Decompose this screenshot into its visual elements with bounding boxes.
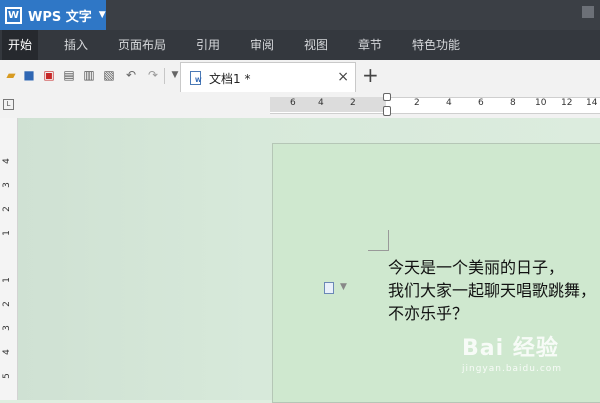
ruler-label: 6: [478, 98, 484, 108]
ruler-label: 1: [1, 230, 12, 236]
document-tab-label: 文档1 *: [209, 72, 251, 86]
document-body-text[interactable]: 今天是一个美丽的日子， 我们大家一起聊天唱歌跳舞， 不亦乐乎？: [388, 256, 596, 325]
open-icon[interactable]: ▰: [4, 68, 18, 82]
ruler-label: 2: [1, 206, 12, 212]
undo-icon[interactable]: ↶: [124, 68, 138, 82]
toolbar-separator: [164, 68, 165, 84]
export-pdf-icon[interactable]: ▣: [42, 68, 56, 82]
horizontal-ruler: L 6 4 2 2 4 6 8 10 12 14: [0, 93, 600, 119]
watermark-logo-text: Bai 经验: [462, 336, 559, 361]
document-check-icon[interactable]: ▧: [102, 68, 116, 82]
text-line: 我们大家一起聊天唱歌跳舞，: [388, 281, 597, 300]
close-icon[interactable]: ×: [337, 69, 349, 85]
title-bar: W WPS 文字 ▼: [0, 0, 600, 30]
menu-insert[interactable]: 插入: [64, 30, 88, 60]
ruler-label: 5: [1, 373, 12, 379]
menu-chapter[interactable]: 章节: [358, 30, 382, 60]
ruler-label: 1: [1, 277, 12, 283]
chevron-down-icon: ▼: [98, 10, 106, 20]
ruler-label: 3: [1, 325, 12, 331]
ruler-label: 8: [510, 98, 516, 108]
print-preview-icon[interactable]: ▥: [82, 68, 96, 82]
ruler-label: 14: [586, 98, 598, 108]
page-margin-marker: [368, 230, 389, 251]
text-line: 今天是一个美丽的日子，: [388, 258, 565, 277]
menu-view[interactable]: 视图: [304, 30, 328, 60]
ruler-label: 4: [1, 349, 12, 355]
first-line-indent-handle[interactable]: [383, 93, 391, 101]
ruler-label: 2: [414, 98, 420, 108]
ruler-margin-area: [270, 97, 386, 112]
menu-page-layout[interactable]: 页面布局: [118, 30, 166, 60]
watermark-url: jingyan.baidu.com: [462, 364, 563, 374]
app-title: WPS 文字: [28, 9, 92, 25]
ruler-label: 10: [535, 98, 547, 108]
ribbon-menu: 开始 插入 页面布局 引用 审阅 视图 章节 特色功能: [0, 30, 600, 60]
print-icon[interactable]: ▤: [62, 68, 76, 82]
paragraph-layout-icon[interactable]: [324, 282, 334, 294]
app-menu-button[interactable]: W WPS 文字 ▼: [0, 0, 106, 30]
ruler-label: 4: [446, 98, 452, 108]
ruler-label: 12: [561, 98, 573, 108]
tab-stop-selector[interactable]: L: [3, 99, 14, 110]
menu-references[interactable]: 引用: [196, 30, 220, 60]
left-indent-handle[interactable]: [383, 106, 391, 116]
ruler-label: 2: [350, 98, 356, 108]
redo-icon[interactable]: ↷: [146, 68, 160, 82]
ruler-label: 4: [1, 158, 12, 164]
chevron-down-icon[interactable]: ▼: [340, 282, 347, 292]
ruler-label: 3: [1, 182, 12, 188]
baidu-jingyan-watermark: Bai 经验 jingyan.baidu.com: [462, 330, 562, 374]
quick-access-toolbar: ▰ ■ ▣ ▤ ▥ ▧ ↶ ↷ ▼ 文档1 * × +: [0, 60, 600, 94]
word-document-icon: [190, 71, 202, 85]
menu-start[interactable]: 开始: [2, 30, 39, 60]
save-icon[interactable]: ■: [22, 68, 36, 82]
new-tab-button[interactable]: +: [362, 65, 379, 85]
window-control-icon[interactable]: [582, 6, 594, 18]
ruler-label: 6: [290, 98, 296, 108]
vertical-ruler: 4 3 2 1 1 2 3 4 5: [0, 118, 18, 400]
menu-special-features[interactable]: 特色功能: [412, 30, 460, 60]
document-tab[interactable]: 文档1 * ×: [180, 62, 356, 92]
wps-logo-icon: W: [5, 6, 22, 24]
ruler-label: 2: [1, 301, 12, 307]
text-line: 不亦乐乎？: [388, 304, 469, 323]
menu-review[interactable]: 审阅: [250, 30, 274, 60]
ruler-label: 4: [318, 98, 324, 108]
